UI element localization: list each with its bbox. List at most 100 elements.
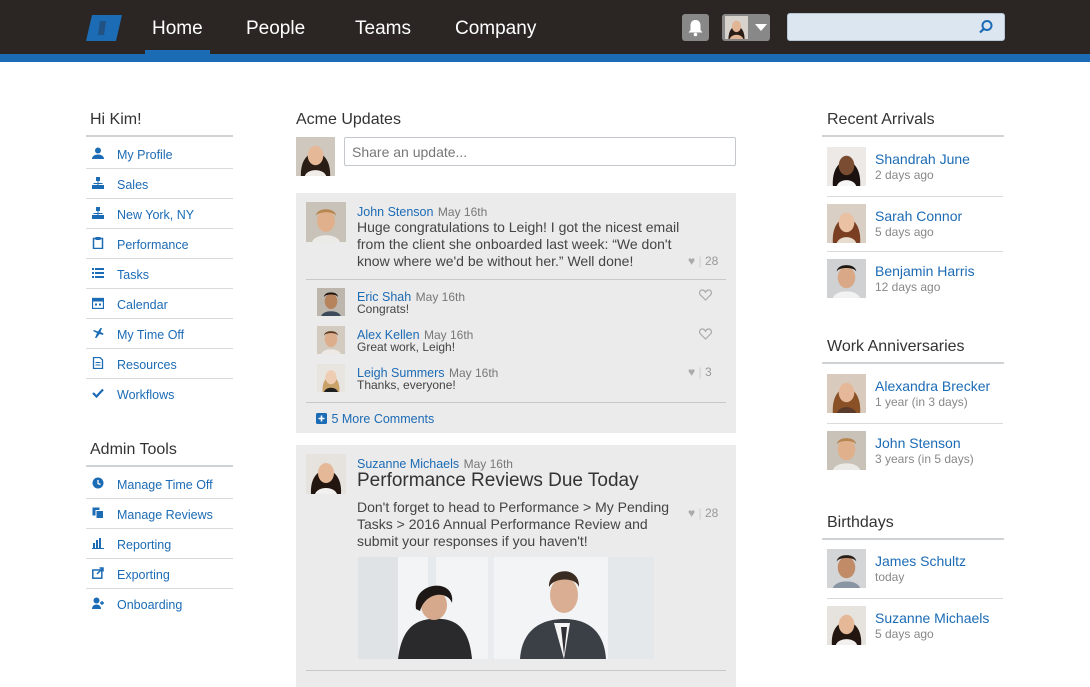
person-name[interactable]: Sarah Connor (875, 208, 962, 224)
comment-like-button[interactable]: ♥ | 3 (688, 365, 712, 379)
avatar (827, 431, 866, 470)
sidebar-item-label: My Profile (117, 148, 173, 162)
divider (86, 135, 233, 137)
sidebar-item-resources[interactable]: Resources (86, 349, 233, 379)
tab-teams[interactable]: Teams (355, 18, 411, 46)
person-name[interactable]: John Stenson (875, 435, 961, 451)
sidebar-item-label: New York, NY (117, 208, 195, 222)
bell-icon (688, 20, 703, 37)
sidebar-item-tasks[interactable]: Tasks (86, 259, 233, 289)
feed-post: John Stenson May 16th Huge congratulatio… (296, 193, 736, 433)
nav-accent-stripe (0, 54, 1090, 62)
admin-tools-heading: Admin Tools (90, 441, 177, 458)
divider (306, 670, 726, 671)
search-icon[interactable] (978, 19, 994, 35)
birthdays-heading: Birthdays (827, 514, 894, 531)
list-item[interactable]: Suzanne Michaels 5 days ago (827, 599, 1003, 654)
like-count: 28 (704, 506, 719, 520)
sidebar-item-onboarding[interactable]: Onboarding (86, 589, 233, 619)
post-title: Performance Reviews Due Today (357, 470, 639, 491)
post-date: May 16th (463, 457, 513, 471)
tab-home[interactable]: Home (145, 18, 210, 54)
add-person-icon (92, 597, 104, 609)
avatar (827, 147, 866, 186)
sidebar-item-manage-time-off[interactable]: Manage Time Off (86, 469, 233, 499)
share-update-input[interactable]: Share an update... (344, 137, 736, 166)
greeting-heading: Hi Kim! (90, 111, 142, 128)
share-update-placeholder: Share an update... (352, 144, 468, 160)
like-count: 28 (704, 254, 719, 268)
more-comments-label: 5 More Comments (331, 412, 435, 426)
person-name[interactable]: James Schultz (875, 553, 966, 569)
notifications-button[interactable] (682, 14, 709, 41)
person-name[interactable]: Shandrah June (875, 151, 970, 167)
divider (822, 362, 1004, 364)
sidebar-item-exporting[interactable]: Exporting (86, 559, 233, 589)
post-like-button[interactable]: ♥ | 28 (688, 506, 718, 520)
list-item[interactable]: James Schultz today (827, 542, 1003, 599)
sidebar-item-sales[interactable]: Sales (86, 169, 233, 199)
sidebar-item-calendar[interactable]: Calendar (86, 289, 233, 319)
document-icon (92, 357, 104, 369)
sidebar-item-performance[interactable]: Performance (86, 229, 233, 259)
sidebar-item-label: Manage Reviews (117, 508, 213, 522)
sidebar-item-my-profile[interactable]: My Profile (86, 139, 233, 169)
sidebar-item-label: Resources (117, 358, 177, 372)
sidebar-item-reporting[interactable]: Reporting (86, 529, 233, 559)
post-like-button[interactable]: ♥ | 28 (688, 254, 718, 268)
tab-people[interactable]: People (246, 18, 305, 46)
person-name[interactable]: Benjamin Harris (875, 263, 975, 279)
heart-icon: ♥ (688, 254, 696, 268)
sidebar-item-label: My Time Off (117, 328, 185, 342)
clock-icon (92, 477, 104, 489)
person-subtext: 12 days ago (875, 280, 941, 294)
divider (306, 279, 726, 280)
post-text: Don't forget to head to Performance > My… (357, 499, 670, 549)
more-comments-link[interactable]: 5 More Comments (316, 410, 434, 428)
heart-outline-icon[interactable] (699, 289, 712, 301)
sidebar-item-label: Manage Time Off (117, 478, 213, 492)
comment-text: Great work, Leigh! (357, 340, 456, 354)
sidebar-item-label: Performance (117, 238, 189, 252)
calendar-icon (92, 297, 104, 309)
list-item[interactable]: Sarah Connor 5 days ago (827, 197, 1003, 252)
sidebar-item-label: Onboarding (117, 598, 183, 612)
export-icon (92, 567, 104, 579)
list-item[interactable]: John Stenson 3 years (in 5 days) (827, 424, 1003, 479)
user-avatar (725, 16, 748, 39)
sidebar-item-label: Sales (117, 178, 149, 192)
feed-post: Suzanne Michaels May 16th Performance Re… (296, 445, 736, 687)
avatar (827, 259, 866, 298)
person-subtext: 5 days ago (875, 225, 934, 239)
airplane-icon (93, 328, 104, 338)
sidebar-item-label: Exporting (117, 568, 170, 582)
list-item[interactable]: Benjamin Harris 12 days ago (827, 252, 1003, 307)
sidebar-item-label: Calendar (117, 298, 168, 312)
divider (306, 402, 726, 403)
search-input[interactable] (787, 13, 1005, 41)
post-author[interactable]: Suzanne Michaels (357, 457, 459, 471)
tab-company[interactable]: Company (455, 18, 536, 46)
comment-text: Thanks, everyone! (357, 378, 456, 392)
sidebar-item-my-time-off[interactable]: My Time Off (86, 319, 233, 349)
clipboard-icon (92, 237, 104, 249)
sidebar-item-new-york[interactable]: New York, NY (86, 199, 233, 229)
post-date: May 16th (437, 205, 488, 219)
heart-outline-icon[interactable] (699, 328, 712, 340)
post-author[interactable]: John Stenson (357, 205, 433, 219)
plus-box-icon (316, 413, 327, 424)
user-menu-button[interactable] (722, 14, 770, 41)
list-item[interactable]: Alexandra Brecker 1 year (in 3 days) (827, 367, 1003, 424)
person-name[interactable]: Alexandra Brecker (875, 378, 990, 394)
sidebar-item-workflows[interactable]: Workflows (86, 379, 233, 409)
current-user-avatar (296, 137, 335, 176)
work-anniversaries-heading: Work Anniversaries (827, 338, 965, 355)
checkmark-icon (92, 388, 104, 399)
comment-text: Congrats! (357, 302, 410, 316)
person-subtext: today (875, 570, 905, 584)
list-item[interactable]: Shandrah June 2 days ago (827, 140, 1003, 197)
company-logo[interactable] (84, 13, 124, 43)
comment-date: May 16th (415, 290, 466, 304)
person-name[interactable]: Suzanne Michaels (875, 610, 989, 626)
sidebar-item-manage-reviews[interactable]: Manage Reviews (86, 499, 233, 529)
